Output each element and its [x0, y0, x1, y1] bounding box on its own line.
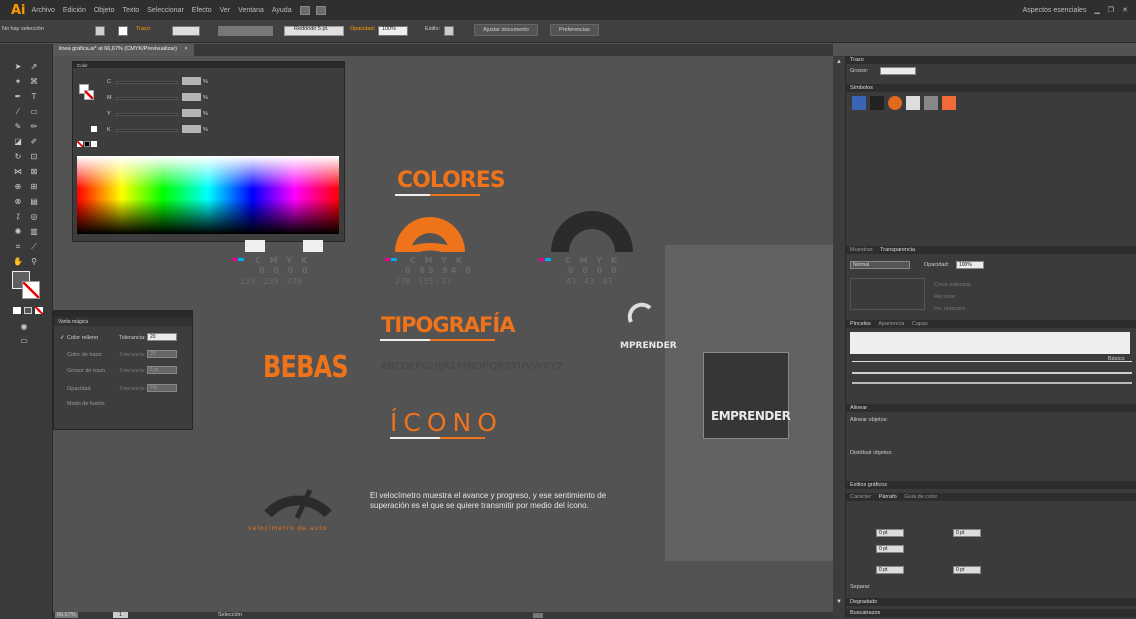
invert-mask-checkbox[interactable]: Inv. máscara — [934, 306, 965, 312]
space-after-field[interactable]: 0 pt — [953, 566, 981, 574]
simbolos-panel-header[interactable]: Símbolos — [846, 84, 1136, 92]
create-mask-button[interactable]: Crear máscara — [934, 282, 970, 288]
tab-guia-color[interactable]: Guía de color — [904, 494, 937, 500]
first-line-indent-field[interactable]: 0 pt — [876, 545, 904, 553]
white-swatch-shape-2 — [303, 240, 323, 252]
degradado-panel-header[interactable]: Degradado — [846, 598, 1136, 606]
swatch2-rgb: 238 - 115 - 27 — [395, 277, 452, 286]
symbol-4[interactable] — [906, 96, 920, 110]
swatch2-cmyk-header: C M Y K — [410, 256, 466, 265]
brush-chalk-stroke[interactable] — [852, 372, 1132, 374]
symbol-2[interactable] — [870, 96, 884, 110]
degradado-title: Degradado — [850, 599, 878, 605]
grosor-field[interactable] — [880, 67, 916, 75]
blend-mode-select[interactable]: Normal — [850, 261, 910, 269]
align-objects-label: Alinear objetos: — [850, 417, 888, 423]
swatch2-cmyk: 0 65 94 0 — [405, 266, 474, 275]
small-logo-text: MPRENDER — [620, 341, 677, 351]
icono-underline-orange — [440, 437, 485, 439]
symbol-3[interactable] — [888, 96, 902, 110]
alinear-panel-header[interactable]: Alinear — [846, 404, 1136, 412]
status-bar: 66,67% 1 Selección — [53, 612, 833, 619]
tipografia-title: TIPOGRAFÍA — [381, 313, 515, 337]
page-field[interactable]: 1 — [113, 612, 129, 618]
right-indent-field[interactable]: 0 pt — [953, 529, 981, 537]
symbol-5[interactable] — [924, 96, 938, 110]
estilos-title: Estilos gráficos — [850, 482, 887, 488]
tab-apariencia[interactable]: Apariencia — [878, 321, 904, 327]
horizontal-scroll-thumb[interactable] — [533, 613, 543, 618]
swatch3-cmyk: 0 0 0 0 — [568, 266, 620, 275]
swatch1-cmyk-header: C M Y K — [255, 256, 311, 265]
status-tool: Selección — [218, 612, 242, 618]
symbol-6[interactable] — [942, 96, 956, 110]
emprender-logo-box: EMPRENDER — [703, 352, 791, 439]
pinceles-panel-header: Pinceles Apariencia Capas — [846, 320, 1136, 328]
font-name: BEBAS — [263, 350, 349, 385]
icon-description: El velocímetro muestra el avance y progr… — [370, 491, 607, 510]
right-panel-dock: Trazo Grosor: Símbolos Muestras Transpar… — [845, 56, 1136, 619]
clip-checkbox[interactable]: Recortar — [934, 294, 955, 300]
space-before-field[interactable]: 0 pt — [876, 566, 904, 574]
tab-capas[interactable]: Capas — [912, 321, 928, 327]
transparencia-panel-header: Muestras Transparencia — [846, 246, 1136, 254]
estilos-panel-header[interactable]: Estilos gráficos — [846, 481, 1136, 489]
simbolos-title: Símbolos — [850, 85, 873, 91]
distribute-objects-label: Distribuir objetos: — [850, 450, 893, 456]
icono-title: ÍCONO — [390, 408, 503, 437]
alinear-title: Alinear — [850, 405, 868, 411]
parrafo-panel-header: Carácter Párrafo Guía de color — [846, 493, 1136, 501]
dark-arc-shape — [551, 211, 633, 252]
scroll-down-icon[interactable]: ▼ — [836, 599, 842, 605]
trazo-panel-header[interactable]: Trazo — [846, 56, 1136, 64]
swatch1-rgb: 239 - 239 - 239 — [240, 277, 302, 286]
brush-charcoal-stroke[interactable] — [852, 382, 1132, 384]
canvas-vertical-scrollbar[interactable]: ▲ ▼ — [833, 56, 845, 619]
tab-parrafo[interactable]: Párrafo — [879, 494, 897, 500]
symbol-1[interactable] — [852, 96, 866, 110]
grosor-label: Grosor: — [850, 68, 869, 74]
transparency-thumbnail — [850, 278, 925, 310]
small-logo-icon — [627, 302, 652, 323]
zoom-field[interactable]: 66,67% — [55, 612, 78, 618]
brush-presets[interactable] — [850, 332, 1130, 354]
swatch3-cmyk-header: C M Y K — [565, 256, 621, 265]
opacity-field-panel[interactable]: 100% — [956, 261, 984, 269]
swatch1-cmyk: 0 0 0 0 — [259, 266, 311, 275]
colores-title: COLORES — [397, 168, 506, 193]
opacity-label-panel: Opacidad: — [924, 262, 950, 268]
hyphenate-checkbox[interactable]: Separar — [850, 584, 870, 590]
tab-caracter[interactable]: Carácter — [850, 494, 871, 500]
swatch3-rgb: 43 - 43 - 43 — [566, 277, 613, 286]
tipografia-underline-orange — [430, 339, 495, 341]
trazo-title: Trazo — [850, 57, 864, 63]
icon-caption: velocímetro de auto — [248, 525, 328, 532]
colores-underline-orange — [430, 194, 480, 196]
left-indent-field[interactable]: 0 pt — [876, 529, 904, 537]
white-swatch-shape — [245, 240, 265, 252]
alphabet-sample: ABCDEFGHIJKLMNOPQRSTUVWXYZ — [380, 361, 564, 372]
big-logo-text: EMPRENDER — [711, 409, 791, 423]
buscatrazos-title: Buscatrazos — [850, 610, 881, 616]
tab-transparencia[interactable]: Transparencia — [880, 247, 915, 253]
tab-muestras[interactable]: Muestras — [850, 247, 873, 253]
buscatrazos-panel-header[interactable]: Buscatrazos — [846, 609, 1136, 617]
brush-basic-label: Básico — [1108, 356, 1125, 362]
tab-pinceles[interactable]: Pinceles — [850, 321, 871, 327]
scroll-up-icon[interactable]: ▲ — [836, 59, 842, 65]
brush-basic-stroke[interactable] — [852, 361, 1132, 362]
